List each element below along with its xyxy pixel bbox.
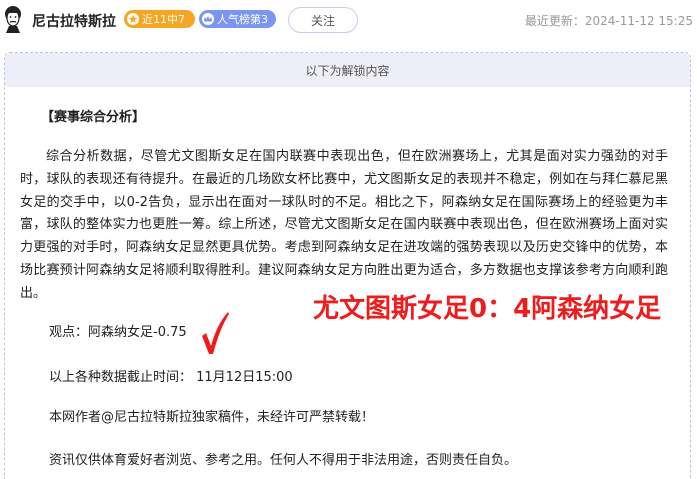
- copyright-notice: 本网作者@尼古拉特斯拉独家稿件，未经许可严禁转载！: [49, 410, 375, 425]
- author-name[interactable]: 尼古拉特斯拉: [32, 11, 116, 31]
- viewpoint-line: 观点：阿森纳女足-0.75: [49, 325, 187, 340]
- match-score-overlay: 尤文图斯女足0：4阿森纳女足: [313, 294, 662, 324]
- section-title: 【赛事综合分析】: [41, 110, 146, 125]
- tesla-avatar-icon[interactable]: [1, 5, 25, 33]
- popularity-badge: 人气榜第3: [199, 10, 276, 28]
- data-cutoff-line: 以上各种数据截止时间： 11月12日15:00: [49, 370, 293, 385]
- star-icon: [127, 13, 139, 25]
- page: 尼古拉特斯拉 近11中7 人气榜第3 关注 最近更新：2024-11-12 15…: [0, 0, 697, 479]
- follow-button[interactable]: 关注: [288, 7, 358, 33]
- popularity-badge-label: 人气榜第3: [217, 13, 268, 26]
- streak-badge-label: 近11中7: [142, 13, 185, 26]
- unlock-banner: 以下为解锁内容: [5, 53, 690, 87]
- disclaimer-notice: 资讯仅供体育爱好者浏览、参考之用。任何人不得用于非法用途，否则责任自负。: [49, 453, 518, 468]
- red-checkmark-icon: [202, 312, 229, 354]
- analysis-paragraph: 综合分析数据，尽管尤文图斯女足在国内联赛中表现出色，但在欧洲赛场上，尤其是面对实…: [20, 149, 668, 301]
- last-update-time: 最近更新：2024-11-12 15:25: [524, 14, 693, 28]
- author-header: 尼古拉特斯拉 近11中7 人气榜第3 关注 最近更新：2024-11-12 15…: [0, 0, 697, 42]
- crown-icon: [202, 13, 214, 25]
- streak-badge: 近11中7: [124, 10, 195, 28]
